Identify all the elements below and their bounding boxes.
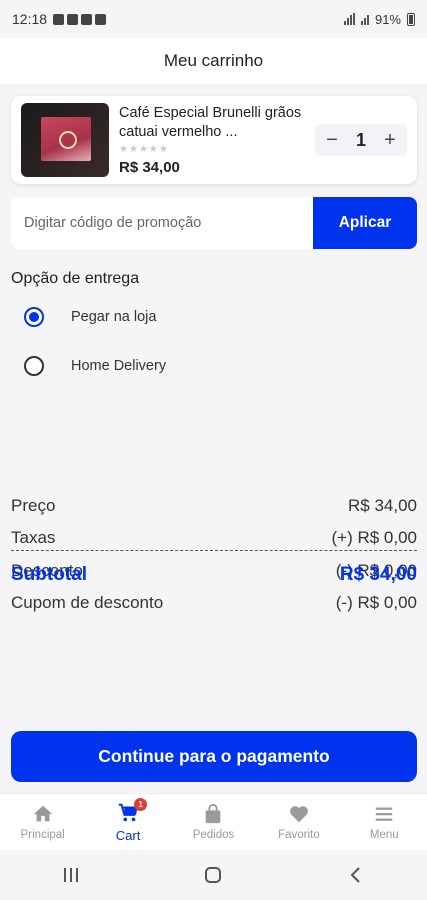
cart-badge: 1 — [134, 797, 148, 811]
summary-row-price: Preço R$ 34,00 — [11, 496, 417, 516]
system-nav-bar — [0, 850, 427, 900]
product-name: Café Especial Brunelli grãos catuai verm… — [119, 105, 302, 140]
delivery-option-label: Home Delivery — [71, 358, 167, 374]
wifi-icon — [360, 13, 369, 25]
nav-item-menu[interactable]: Menu — [344, 803, 424, 841]
home-circle-icon — [205, 867, 222, 883]
quantity-value: 1 — [355, 129, 366, 150]
promo-code-input[interactable] — [11, 197, 313, 249]
summary-value: R$ 34,00 — [348, 496, 417, 515]
radio-selected-icon[interactable] — [24, 307, 44, 327]
star-icon: ★ — [128, 144, 138, 155]
star-icon: ★ — [158, 144, 168, 155]
status-bar: 12:18 91% — [0, 0, 427, 38]
back-icon — [350, 867, 360, 883]
summary-row-taxes: Taxas (+) R$ 0,00 — [11, 528, 417, 548]
increase-quantity-button[interactable]: + — [381, 129, 399, 152]
subtotal-value: R$ 34,00 — [339, 564, 417, 585]
subtotal-label: Subtotal — [11, 564, 87, 585]
decrease-quantity-button[interactable]: − — [323, 129, 341, 152]
battery-percent: 91% — [374, 11, 401, 27]
status-time: 12:18 — [12, 11, 48, 27]
star-icon: ★ — [148, 144, 158, 155]
continue-to-payment-button[interactable]: Continue para o pagamento — [11, 731, 417, 782]
quantity-stepper: − 1 + — [315, 124, 407, 156]
radio-unselected-icon[interactable] — [24, 356, 44, 376]
delivery-option-home[interactable]: Home Delivery — [24, 356, 166, 376]
summary-label: Taxas — [11, 528, 56, 547]
home-icon — [33, 805, 52, 822]
nav-item-favorito[interactable]: Favorito — [259, 803, 339, 841]
cart-item[interactable]: Café Especial Brunelli grãos catuai verm… — [11, 96, 417, 184]
recent-apps-icon — [64, 868, 79, 882]
page-title: Meu carrinho — [163, 51, 264, 70]
back-button[interactable] — [326, 866, 386, 884]
product-image — [21, 103, 109, 177]
star-icon: ★ — [138, 144, 148, 155]
rating-stars: ★ ★ ★ ★ ★ — [119, 145, 315, 155]
notification-icons — [53, 13, 107, 25]
bag-icon — [206, 803, 221, 824]
nav-label: Menu — [369, 829, 399, 841]
star-icon: ★ — [119, 144, 128, 155]
subtotal-row: Subtotal R$ 34,00 — [11, 564, 417, 586]
nav-label: Pedidos — [192, 829, 235, 841]
recent-apps-button[interactable] — [41, 867, 101, 883]
delivery-option-label: Pegar na loja — [71, 309, 157, 325]
product-info: Café Especial Brunelli grãos catuai verm… — [119, 104, 315, 176]
nav-item-pedidos[interactable]: Pedidos — [173, 803, 253, 841]
apply-promo-button[interactable]: Aplicar — [313, 197, 417, 249]
nav-item-principal[interactable]: Principal — [3, 803, 83, 841]
summary-divider — [11, 550, 417, 551]
delivery-section-title: Opção de entrega — [11, 270, 140, 287]
nav-label: Cart — [115, 827, 141, 843]
app-header: Meu carrinho — [0, 38, 427, 84]
summary-label: Cupom de desconto — [11, 593, 164, 612]
summary-value: (+) R$ 0,00 — [331, 528, 417, 547]
signal-icon — [343, 13, 355, 25]
status-right: 91% — [343, 11, 415, 27]
nav-label: Favorito — [278, 829, 320, 841]
heart-icon — [289, 806, 308, 823]
nav-item-cart[interactable]: 1 Cart — [88, 797, 168, 843]
nav-label: Principal — [20, 829, 65, 841]
bottom-nav: Principal 1 Cart Pedidos Favorito Menu — [0, 793, 427, 850]
promo-code-row: Aplicar — [11, 197, 417, 249]
summary-row-coupon: Cupom de desconto (-) R$ 0,00 — [11, 593, 417, 613]
menu-icon — [376, 807, 393, 821]
summary-value: (-) R$ 0,00 — [335, 593, 417, 612]
status-left: 12:18 — [12, 11, 107, 27]
home-button[interactable] — [183, 866, 243, 884]
summary-label: Preço — [11, 496, 56, 515]
product-price: R$ 34,00 — [119, 159, 180, 176]
delivery-option-pickup[interactable]: Pegar na loja — [24, 307, 156, 327]
battery-icon — [407, 12, 415, 26]
